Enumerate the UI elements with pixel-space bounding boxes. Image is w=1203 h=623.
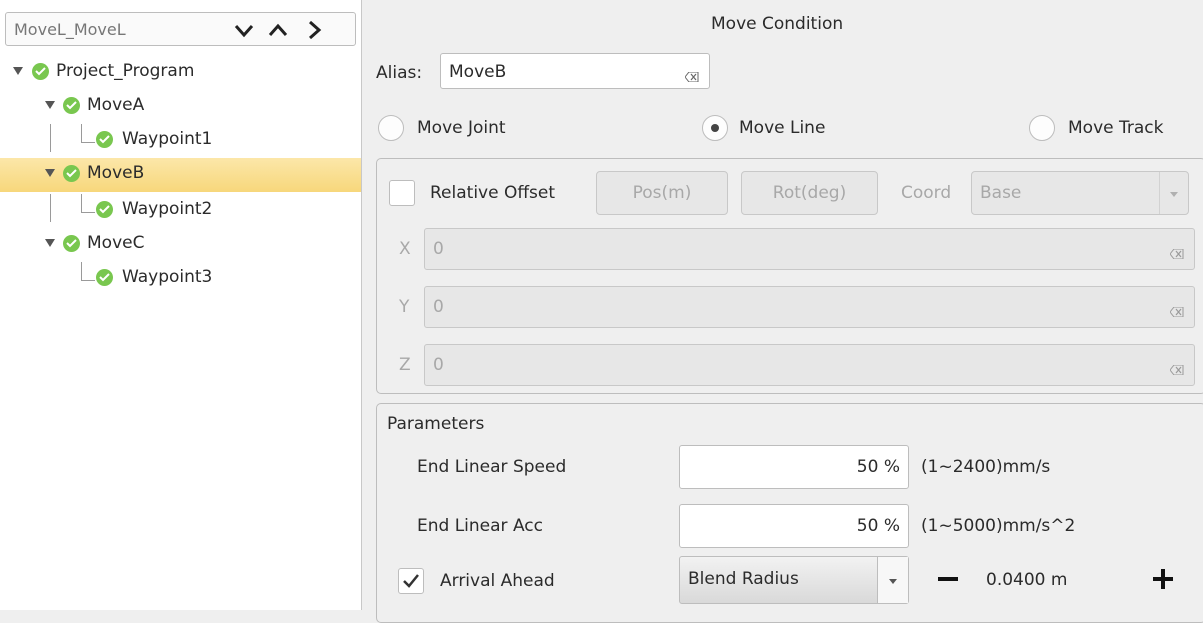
clear-text-icon[interactable] xyxy=(1169,302,1184,318)
tree-item-label: MoveB xyxy=(87,163,145,183)
check-circle-icon xyxy=(32,63,49,80)
x-offset-value: 0 xyxy=(433,239,444,259)
tree-item-waypoint2[interactable]: Waypoint2 xyxy=(0,194,361,228)
checkmark-icon xyxy=(403,574,419,588)
coord-label: Coord xyxy=(901,183,952,203)
end-linear-acc-range: (1~5000)mm/s^2 xyxy=(921,516,1076,536)
end-linear-acc-label: End Linear Acc xyxy=(417,516,543,536)
z-offset-value: 0 xyxy=(433,355,444,375)
parameters-group: Parameters End Linear Speed 50 % (1~2400… xyxy=(376,403,1203,623)
move-line-label: Move Line xyxy=(739,118,826,138)
coord-select[interactable]: Base xyxy=(971,171,1189,215)
blend-mode-select[interactable]: Blend Radius xyxy=(679,556,909,604)
decrement-button[interactable] xyxy=(937,568,959,595)
alias-label: Alias: xyxy=(376,63,423,83)
alias-input[interactable]: MoveB xyxy=(440,53,710,89)
end-linear-speed-input[interactable]: 50 % xyxy=(679,445,909,489)
plus-icon xyxy=(1153,569,1173,589)
expand-arrow-icon[interactable] xyxy=(45,101,55,109)
y-offset-input[interactable]: 0 xyxy=(424,286,1195,328)
tree-header: MoveL_MoveL xyxy=(5,12,356,46)
tree-item-movec[interactable]: MoveC xyxy=(0,228,361,262)
z-offset-input[interactable]: 0 xyxy=(424,344,1195,386)
tree-item-project-program[interactable]: Project_Program xyxy=(0,56,361,90)
tree-item-label: Waypoint3 xyxy=(122,267,213,287)
move-condition-panel: Move Condition Alias: MoveB Move Joint M… xyxy=(363,0,1203,623)
relative-offset-label: Relative Offset xyxy=(430,183,556,203)
move-track-radio[interactable] xyxy=(1029,115,1055,141)
check-circle-icon xyxy=(96,201,113,218)
check-circle-icon xyxy=(63,235,80,252)
tree-item-waypoint3[interactable]: Waypoint3 xyxy=(0,262,361,296)
relative-offset-group: Relative Offset Pos(m) Rot(deg) Coord Ba… xyxy=(376,158,1203,394)
caret-down-icon xyxy=(1170,192,1178,197)
arrival-ahead-label: Arrival Ahead xyxy=(440,571,555,591)
end-linear-acc-value: 50 % xyxy=(856,516,900,536)
move-line-radio[interactable] xyxy=(702,115,728,141)
y-axis-label: Y xyxy=(399,297,410,317)
minus-icon xyxy=(938,577,958,581)
increment-button[interactable] xyxy=(1152,568,1174,595)
tree-item-label: Waypoint2 xyxy=(122,199,213,219)
tree-item-moveb[interactable]: MoveB xyxy=(0,158,361,192)
chevron-up-icon[interactable] xyxy=(267,19,289,41)
program-tree-panel: MoveL_MoveL Project_Program MoveA Waypoi… xyxy=(0,0,362,610)
end-linear-speed-value: 50 % xyxy=(856,457,900,477)
x-offset-input[interactable]: 0 xyxy=(424,228,1195,270)
tree-item-label: Project_Program xyxy=(56,61,195,81)
chevron-down-icon[interactable] xyxy=(233,19,255,41)
z-axis-label: Z xyxy=(399,355,411,375)
end-linear-acc-input[interactable]: 50 % xyxy=(679,504,909,548)
arrival-ahead-checkbox[interactable] xyxy=(398,568,424,594)
blend-radius-value: 0.0400 m xyxy=(986,570,1068,590)
tree-item-waypoint1[interactable]: Waypoint1 xyxy=(0,124,361,158)
clear-text-icon[interactable] xyxy=(1169,360,1184,376)
tree-header-title: MoveL_MoveL xyxy=(14,20,126,39)
tree-item-movea[interactable]: MoveA xyxy=(0,90,361,124)
expand-arrow-icon[interactable] xyxy=(13,67,23,75)
end-linear-speed-range: (1~2400)mm/s xyxy=(921,457,1051,477)
dropdown-button[interactable] xyxy=(1159,172,1188,214)
move-track-label: Move Track xyxy=(1068,118,1164,138)
move-joint-radio[interactable] xyxy=(378,115,404,141)
dropdown-button[interactable] xyxy=(877,557,908,603)
radio-selected-dot xyxy=(711,124,719,132)
rot-button[interactable]: Rot(deg) xyxy=(741,171,878,215)
check-circle-icon xyxy=(63,97,80,114)
chevron-right-icon[interactable] xyxy=(303,19,325,41)
y-offset-value: 0 xyxy=(433,297,444,317)
alias-value: MoveB xyxy=(449,62,507,82)
panel-title: Move Condition xyxy=(711,14,844,34)
move-joint-label: Move Joint xyxy=(417,118,506,138)
blend-mode-value: Blend Radius xyxy=(688,569,799,589)
check-circle-icon xyxy=(63,165,80,182)
check-circle-icon xyxy=(96,131,113,148)
caret-down-icon xyxy=(889,579,897,584)
end-linear-speed-label: End Linear Speed xyxy=(417,457,567,477)
coord-value: Base xyxy=(980,183,1022,203)
check-circle-icon xyxy=(96,269,113,286)
expand-arrow-icon[interactable] xyxy=(45,169,55,177)
tree-item-label: Waypoint1 xyxy=(122,129,213,149)
tree-item-label: MoveA xyxy=(87,95,145,115)
x-axis-label: X xyxy=(399,239,411,259)
parameters-title: Parameters xyxy=(387,414,485,434)
relative-offset-checkbox[interactable] xyxy=(389,180,415,206)
clear-text-icon[interactable] xyxy=(684,67,699,83)
tree-item-label: MoveC xyxy=(87,233,145,253)
clear-text-icon[interactable] xyxy=(1169,244,1184,260)
expand-arrow-icon[interactable] xyxy=(45,239,55,247)
pos-button[interactable]: Pos(m) xyxy=(596,171,728,215)
